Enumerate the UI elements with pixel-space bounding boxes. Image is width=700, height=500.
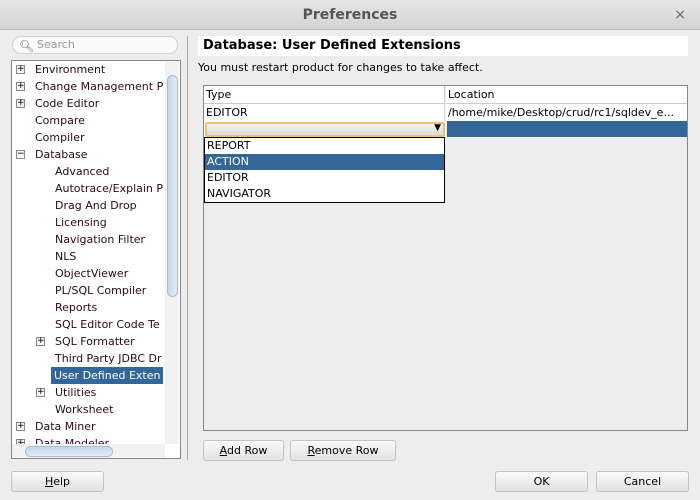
tree-item[interactable]: Drag And Drop <box>55 197 137 214</box>
tree-item[interactable]: Database <box>35 146 88 163</box>
type-combobox[interactable]: ▼ <box>204 121 446 138</box>
split-divider[interactable] <box>187 36 188 460</box>
restart-notice: You must restart product for changes to … <box>198 61 483 74</box>
tree-item[interactable]: PL/SQL Compiler <box>55 282 146 299</box>
tree-item[interactable]: Licensing <box>55 214 107 231</box>
row-location-cell[interactable]: /home/mike/Desktop/crud/rc1/sqldev_e... <box>446 104 687 121</box>
expand-icon[interactable]: + <box>16 99 25 108</box>
tree-item[interactable]: Change Management P <box>35 78 163 95</box>
dropdown-option[interactable]: ACTION <box>205 154 444 170</box>
vertical-scroll-thumb[interactable] <box>167 75 178 297</box>
expand-icon[interactable]: + <box>16 422 25 431</box>
tree-item[interactable]: Advanced <box>55 163 109 180</box>
expand-icon[interactable]: + <box>16 82 25 91</box>
mnemonic: R <box>307 444 315 457</box>
search-icon: 🔍︎ <box>19 39 35 53</box>
tree-item[interactable]: Utilities <box>55 384 96 401</box>
mnemonic: A <box>219 444 227 457</box>
close-icon[interactable]: × <box>674 0 686 30</box>
tree-item[interactable]: Reports <box>55 299 97 316</box>
horizontal-scroll-thumb[interactable] <box>25 446 113 457</box>
remove-row-button[interactable]: Remove Row <box>290 440 396 461</box>
window-title: Preferences <box>302 7 398 23</box>
tree-item[interactable]: User Defined Exten <box>51 367 164 384</box>
dropdown-option[interactable]: NAVIGATOR <box>205 186 444 202</box>
expand-icon[interactable]: + <box>36 337 45 346</box>
page-title: Database: User Defined Extensions <box>198 36 688 56</box>
expand-icon[interactable]: + <box>16 65 25 74</box>
tree-item[interactable]: Compiler <box>35 129 85 146</box>
add-row-button[interactable]: Add Row <box>203 440 284 461</box>
tree-item[interactable]: SQL Editor Code Te <box>55 316 160 333</box>
label: elp <box>53 475 71 488</box>
help-button[interactable]: Help <box>11 471 104 492</box>
type-dropdown-list: REPORT ACTION EDITOR NAVIGATOR <box>204 137 445 203</box>
search-input[interactable]: 🔍︎ Search <box>12 36 178 54</box>
mnemonic: H <box>44 475 54 488</box>
tree-item[interactable]: Environment <box>35 61 105 78</box>
tree-item[interactable]: SQL Formatter <box>55 333 135 350</box>
tree-item[interactable]: Autotrace/Explain P <box>55 180 163 197</box>
label: emove Row <box>314 444 379 457</box>
tree-item[interactable]: NLS <box>55 248 76 265</box>
cancel-button[interactable]: Cancel <box>596 471 689 492</box>
expand-icon[interactable]: + <box>36 388 45 397</box>
column-header-type[interactable]: Type <box>204 86 445 104</box>
preferences-tree: + Environment + Change Management P + Code Ed… <box>11 60 181 459</box>
tree-item[interactable]: Data Miner <box>35 418 96 435</box>
ok-button[interactable]: OK <box>495 471 588 492</box>
search-placeholder: Search <box>37 38 75 51</box>
row-location-cell-selected[interactable] <box>447 121 687 137</box>
tree-item[interactable]: ObjectViewer <box>55 265 128 282</box>
row-type-cell[interactable]: EDITOR <box>204 104 445 121</box>
chevron-down-icon: ▼ <box>434 123 441 133</box>
title-bar: Preferences <box>0 0 700 30</box>
dropdown-option[interactable]: REPORT <box>205 138 444 154</box>
tree-item[interactable]: Code Editor <box>35 95 99 112</box>
collapse-icon[interactable]: − <box>16 150 25 159</box>
tree-item[interactable]: Third Party JDBC Dr <box>55 350 162 367</box>
label: dd Row <box>227 444 268 457</box>
dropdown-option[interactable]: EDITOR <box>205 170 444 186</box>
column-header-location[interactable]: Location <box>446 86 687 104</box>
tree-item[interactable]: Worksheet <box>55 401 113 418</box>
tree-item[interactable]: Compare <box>35 112 85 129</box>
tree-item[interactable]: Navigation Filter <box>55 231 145 248</box>
